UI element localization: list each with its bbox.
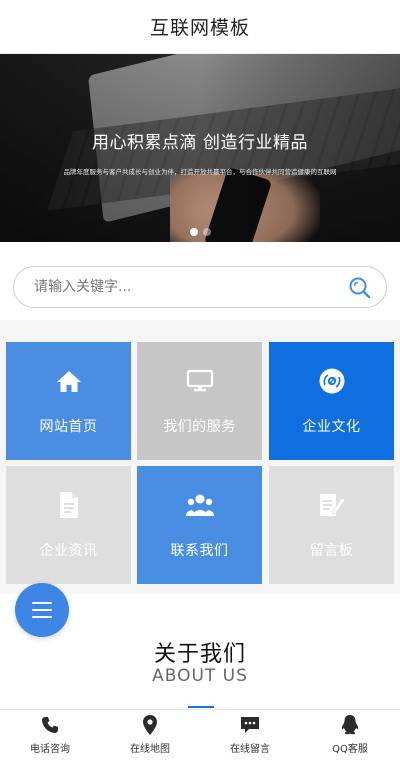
about-title: 关于我们	[153, 642, 246, 667]
search-box	[13, 266, 387, 308]
disc-icon	[317, 366, 347, 396]
nav-label: 电话咨询	[30, 744, 70, 755]
search-section	[0, 242, 400, 332]
nav-label: 在线留言	[230, 744, 270, 755]
nav-message[interactable]: 在线留言	[200, 710, 300, 760]
grid-tile-culture[interactable]: 企业文化	[269, 342, 394, 460]
grid-tile-label: 留言板	[309, 543, 354, 559]
home-icon	[54, 366, 84, 396]
grid-tile-label: 网站首页	[39, 419, 98, 435]
section-divider	[0, 320, 400, 332]
nav-label: 在线地图	[130, 744, 170, 755]
search-icon[interactable]	[348, 276, 372, 300]
grid-tile-news[interactable]: 企业资讯	[6, 466, 131, 584]
about-underline	[188, 706, 214, 708]
nav-map[interactable]: 在线地图	[100, 710, 200, 760]
banner-dot-2[interactable]	[202, 228, 211, 236]
banner-dot-1[interactable]	[189, 228, 198, 236]
search-input[interactable]	[34, 267, 334, 307]
grid-tile-label: 企业文化	[302, 419, 361, 435]
grid-tile-services[interactable]: 我们的服务	[137, 342, 262, 460]
grid-tile-contact[interactable]: 联系我们	[137, 466, 262, 584]
phone-icon	[40, 715, 60, 735]
chat-icon	[240, 715, 260, 735]
page: 互联网模板 用心积累点滴 创造行业精品 品牌年度服务与客户共成长与创业为伴，打造…	[0, 0, 400, 760]
site-title: 互联网模板	[149, 17, 250, 39]
nav-phone[interactable]: 电话咨询	[0, 710, 100, 760]
grid-tile-label: 联系我们	[170, 543, 229, 559]
grid-tile-label: 企业资讯	[39, 543, 98, 559]
grid-tile-home[interactable]: 网站首页	[6, 342, 131, 460]
top-header: 互联网模板	[0, 0, 400, 54]
menu-icon	[32, 602, 52, 618]
banner-headline: 用心积累点滴 创造行业精品	[92, 133, 308, 153]
qq-penguin-icon	[340, 715, 360, 735]
about-subtitle: ABOUT US	[152, 666, 248, 686]
note-edit-icon	[317, 490, 347, 520]
hero-banner[interactable]: 用心积累点滴 创造行业精品 品牌年度服务与客户共成长与创业为伴，打造开放共赢平台…	[0, 54, 400, 242]
banner-pagination	[0, 228, 400, 236]
nav-grid: 网站首页 我们的服务 企业文化 企业资讯 联系我们 留言板	[0, 332, 400, 594]
map-pin-icon	[140, 715, 160, 735]
nav-label: QQ客服	[332, 744, 368, 755]
grid-tile-guestbook[interactable]: 留言板	[269, 466, 394, 584]
menu-button[interactable]	[15, 583, 69, 637]
team-icon	[185, 490, 215, 520]
monitor-icon	[185, 366, 215, 396]
nav-qq[interactable]: QQ客服	[300, 710, 400, 760]
bottom-nav: 电话咨询 在线地图 在线留言 QQ客服	[0, 709, 400, 760]
grid-tile-label: 我们的服务	[163, 419, 236, 435]
document-icon	[54, 490, 84, 520]
banner-subline: 品牌年度服务与客户共成长与创业为伴，打造开放共赢平台，与合作伙伴共同营造健康的互…	[63, 168, 337, 176]
